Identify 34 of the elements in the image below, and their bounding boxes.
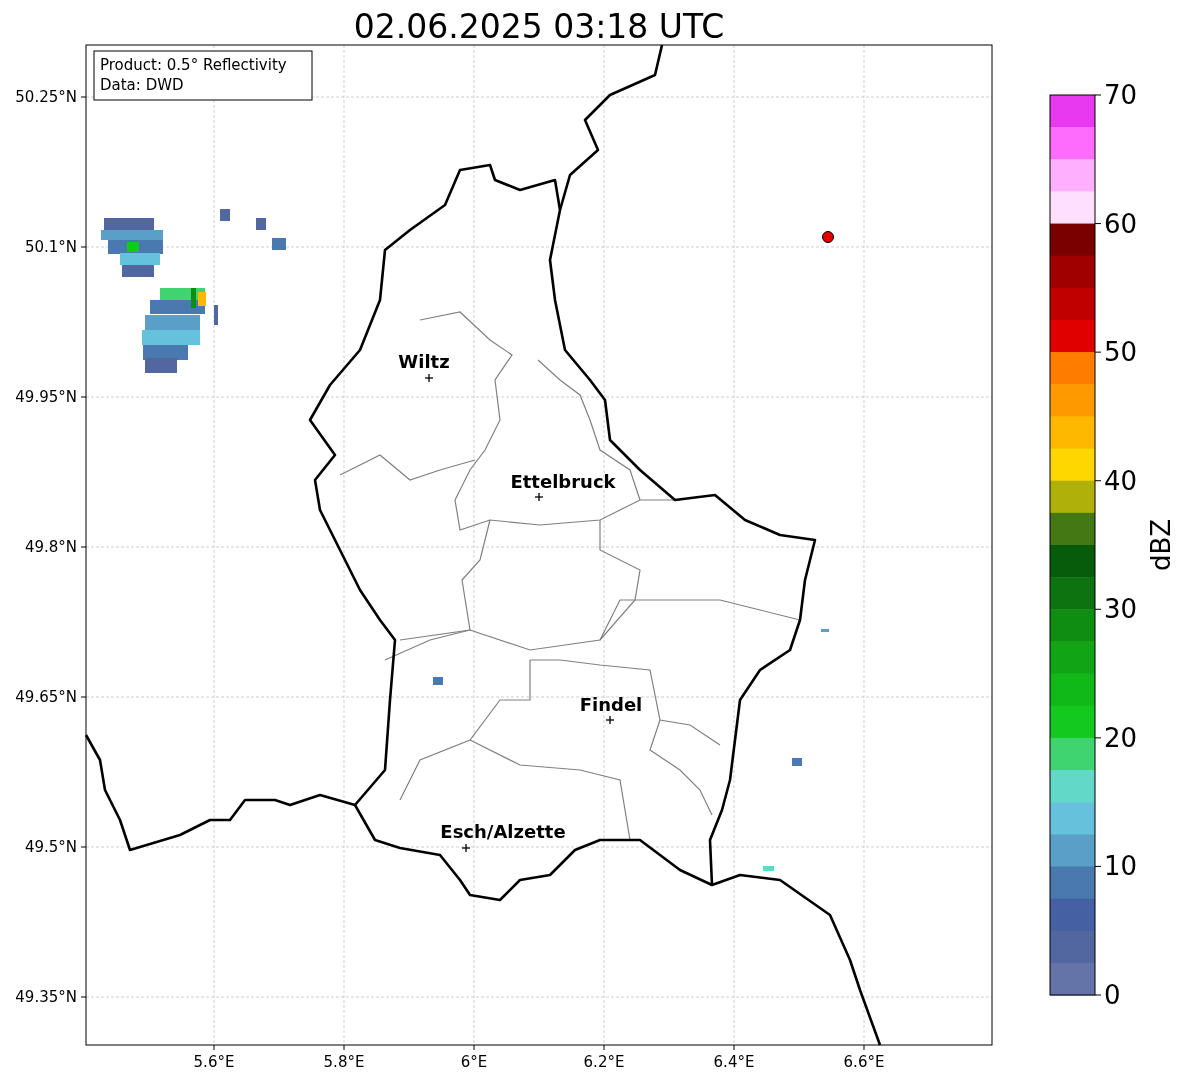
- colorbar-tick-label: 20: [1104, 722, 1138, 753]
- city-label: Esch/Alzette: [440, 821, 566, 842]
- city-marker-icon: [424, 373, 434, 383]
- axis-tick-label: 6.2°E: [583, 1053, 625, 1071]
- legend-text: Data: DWD: [100, 76, 184, 94]
- axis-tick-label: 50.25°N: [15, 88, 77, 106]
- city-marker-icon: [534, 492, 544, 502]
- colorbar-tick-label: 10: [1104, 851, 1138, 882]
- axis-tick-label: 49.95°N: [15, 388, 77, 406]
- axis-tick-label: 6°E: [460, 1053, 488, 1071]
- city-label: Findel: [579, 694, 643, 715]
- axis-tick-label: 50.1°N: [24, 238, 77, 256]
- chart-title: 02.06.2025 03:18 UTC: [353, 7, 725, 46]
- city-marker-icon: [605, 715, 615, 725]
- city-label: Wiltz: [398, 351, 450, 372]
- colorbar-tick-label: 70: [1104, 80, 1138, 110]
- colorbar-tick-label: 0: [1104, 980, 1121, 1010]
- colorbar-label: dBZ: [1146, 518, 1176, 572]
- legend-text: Product: 0.5° Reflectivity: [100, 56, 287, 74]
- axis-tick-label: 6.4°E: [713, 1053, 755, 1071]
- axis-tick-label: 5.6°E: [193, 1053, 235, 1071]
- axis-tick-label: 49.35°N: [15, 988, 77, 1006]
- colorbar-tick-label: 40: [1104, 465, 1138, 496]
- axis-tick-label: 49.5°N: [24, 838, 77, 856]
- axis-tick-label: 6.6°E: [843, 1053, 885, 1071]
- axis-tick-label: 49.8°N: [24, 538, 77, 556]
- axis-tick-label: 49.65°N: [15, 688, 77, 706]
- axis-tick-label: 5.8°E: [323, 1053, 365, 1071]
- city-label: Ettelbruck: [510, 471, 616, 492]
- colorbar-tick-label: 50: [1104, 337, 1138, 368]
- colorbar-tick-label: 30: [1104, 594, 1138, 625]
- radar-site-marker: [822, 231, 834, 243]
- colorbar-tick-label: 60: [1104, 208, 1138, 239]
- city-marker-icon: [461, 843, 471, 853]
